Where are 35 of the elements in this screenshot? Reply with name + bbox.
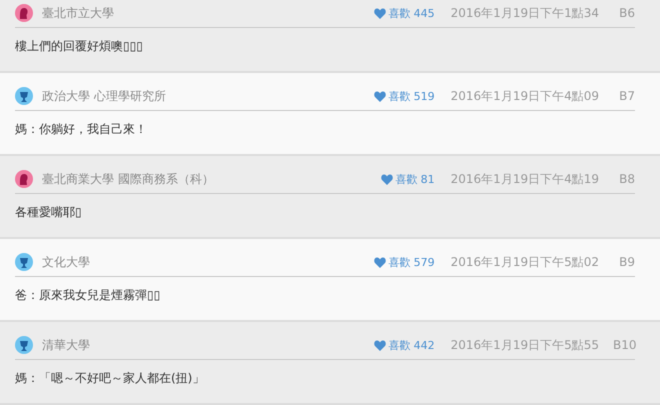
avatar-icon [15, 87, 33, 105]
like-button[interactable]: 喜歡 445 [374, 6, 435, 20]
heart-icon [380, 174, 393, 184]
school-name: 政治大學 心理學研究所 [42, 88, 167, 104]
floor-number: B6 [618, 6, 635, 20]
avatar-icon [15, 4, 33, 22]
floor-number: B7 [618, 89, 635, 103]
heart-icon [374, 340, 386, 350]
school-name: 文化大學 [42, 254, 91, 270]
like-button[interactable]: 喜歡 579 [374, 254, 435, 270]
comment-text: 媽：「嗯～不好吧～家人都在(扭)」 [15, 370, 206, 387]
comment-time: 2016年1月19日下午5點02 [450, 254, 599, 270]
comment-time: 2016年1月19日下午1點34 [450, 4, 599, 22]
like-button[interactable]: 喜歡 442 [374, 338, 435, 352]
avatar-icon [15, 336, 33, 354]
school-name: 臺北市立大學 [42, 4, 115, 22]
like-button[interactable]: 喜歡 519 [374, 88, 435, 104]
heart-icon [374, 256, 386, 268]
floor-number: B8 [618, 172, 635, 186]
heart-icon [374, 90, 386, 102]
comment-time: 2016年1月19日下午4點19 [450, 170, 599, 188]
school-name: 清華大學 [42, 336, 91, 354]
comment-time: 2016年1月19日下午5點55 [450, 336, 599, 354]
avatar-icon [15, 170, 33, 188]
comment-text: 樓上們的回覆好煩噢▯▯▯ [15, 38, 144, 55]
comment-text: 媽：你躺好，我自己來！ [15, 121, 148, 138]
heart-icon [374, 8, 386, 18]
floor-number: B9 [618, 255, 635, 269]
comment-time: 2016年1月19日下午4點09 [450, 88, 599, 104]
floor-number: B10 [613, 338, 635, 352]
like-button[interactable]: 喜歡 81 [380, 172, 435, 186]
school-name: 臺北商業大學 國際商務系（科） [42, 170, 215, 188]
comment-text: 爸：原來我女兒是煙霧彈▯▯ [15, 287, 162, 304]
avatar-icon [15, 253, 33, 271]
comment-text: 各種愛嘴耶▯ [15, 204, 83, 221]
